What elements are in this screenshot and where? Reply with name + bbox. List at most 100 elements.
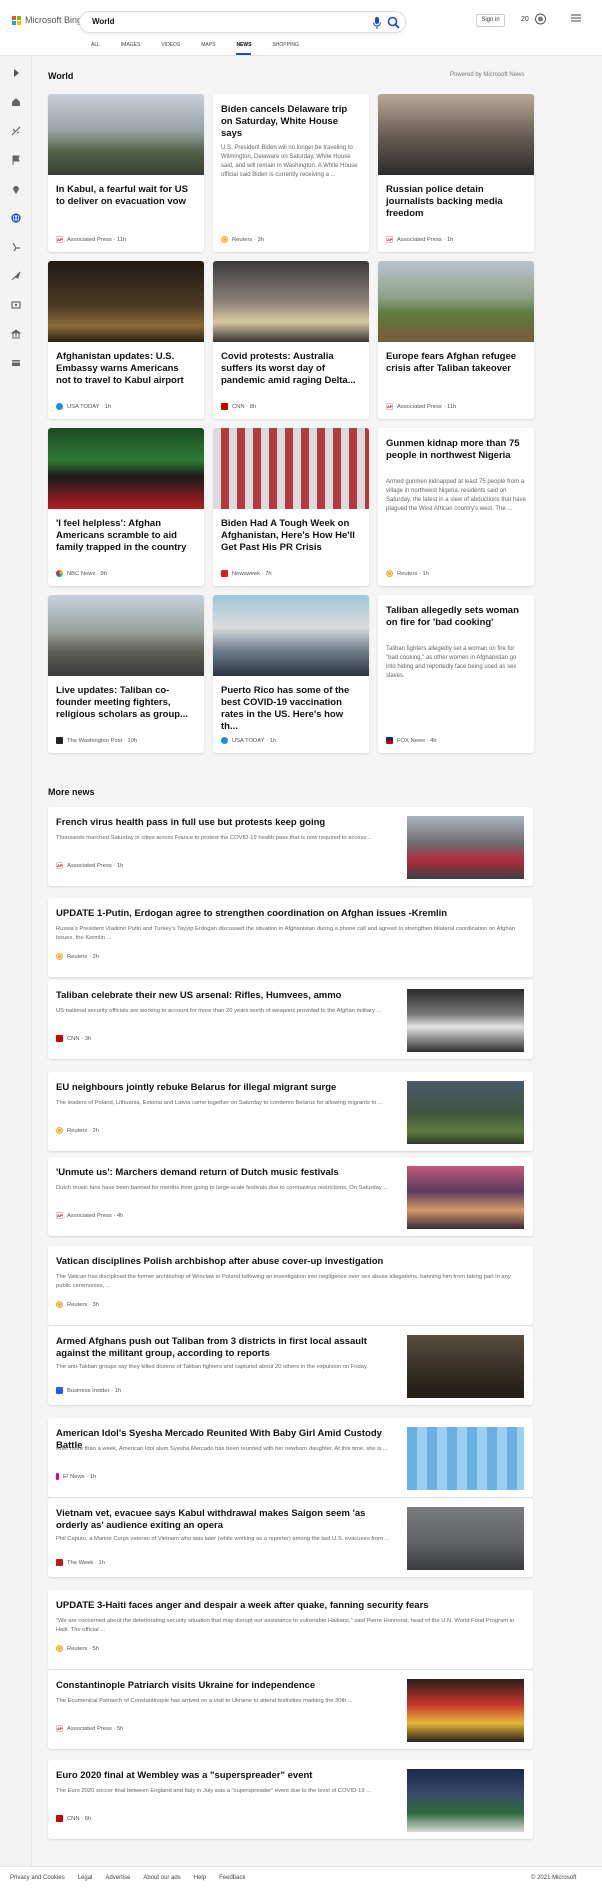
more-news-item[interactable]: 'Unmute us': Marchers demand return of D… [48, 1157, 533, 1236]
news-card-title[interactable]: 'I feel helpless': Afghan Americans scra… [56, 518, 196, 554]
more-news-title-link[interactable]: Armed Afghans push out Taliban from 3 di… [56, 1336, 396, 1360]
news-card-image[interactable] [48, 595, 204, 676]
tab-all[interactable]: ALL [91, 42, 100, 55]
news-card-image[interactable] [213, 595, 369, 676]
more-news-title-link[interactable]: EU neighbours jointly rebuke Belarus for… [56, 1082, 396, 1094]
news-card-image[interactable] [213, 428, 369, 509]
news-card-image[interactable] [213, 261, 369, 342]
more-news-item[interactable]: Euro 2020 final at Wembley was a "supers… [48, 1760, 533, 1839]
more-news-image[interactable] [407, 1507, 524, 1570]
more-news-title-link[interactable]: 'Unmute us': Marchers demand return of D… [56, 1167, 396, 1179]
news-card-image[interactable] [378, 94, 534, 175]
news-card[interactable]: Gunmen kidnap more than 75 people in nor… [378, 428, 534, 586]
more-news-item[interactable]: Taliban celebrate their new US arsenal: … [48, 980, 533, 1059]
more-news-image[interactable] [407, 1335, 524, 1398]
entertainment-icon[interactable] [11, 300, 21, 310]
news-card-title[interactable]: Puerto Rico has some of the best COVID-1… [221, 685, 361, 733]
news-card-title[interactable]: Afghanistan updates: U.S. Embassy warns … [56, 351, 196, 387]
search-icon[interactable] [387, 16, 400, 29]
more-news-image[interactable] [407, 1081, 524, 1144]
rewards-points[interactable]: 20 [521, 16, 529, 23]
tab-videos[interactable]: VIDEOS [161, 42, 180, 55]
tab-images[interactable]: IMAGES [121, 42, 140, 55]
more-news-item[interactable]: Vatican disciplines Polish archbishop af… [48, 1246, 533, 1325]
news-card-title[interactable]: Taliban allegedly sets woman on fire for… [386, 605, 526, 629]
more-news-title-link[interactable]: Euro 2020 final at Wembley was a "supers… [56, 1770, 396, 1782]
news-card-image[interactable] [48, 428, 204, 509]
more-news-item[interactable]: French virus health pass in full use but… [48, 807, 533, 886]
search-input[interactable]: World [92, 17, 115, 26]
footer-link-privacy[interactable]: Privacy and Cookies [10, 1875, 65, 1881]
news-card[interactable]: Europe fears Afghan refugee crisis after… [378, 261, 534, 419]
more-news-image[interactable] [407, 1166, 524, 1229]
footer-link-legal[interactable]: Legal [78, 1875, 93, 1881]
more-news-item[interactable]: Vietnam vet, evacuee says Kabul withdraw… [48, 1498, 533, 1577]
news-card[interactable]: Covid protests: Australia suffers its wo… [213, 261, 369, 419]
tab-maps[interactable]: MAPS [201, 42, 215, 55]
news-card-title[interactable]: Covid protests: Australia suffers its wo… [221, 351, 361, 387]
more-news-image[interactable] [407, 1427, 524, 1490]
news-card[interactable]: Puerto Rico has some of the best COVID-1… [213, 595, 369, 753]
news-card[interactable]: 'I feel helpless': Afghan Americans scra… [48, 428, 204, 586]
powered-by[interactable]: Powered by Microsoft News [450, 72, 524, 78]
news-card[interactable]: Afghanistan updates: U.S. Embassy warns … [48, 261, 204, 419]
science-icon[interactable] [11, 242, 21, 252]
more-news-title-link[interactable]: Vatican disciplines Polish archbishop af… [56, 1256, 524, 1268]
location-pin-icon[interactable] [11, 184, 21, 194]
tab-news[interactable]: NEWS [236, 42, 252, 55]
more-news-item[interactable]: Armed Afghans push out Taliban from 3 di… [48, 1326, 533, 1405]
expand-rail-icon[interactable] [11, 68, 21, 78]
more-news-image[interactable] [407, 1769, 524, 1832]
more-news-item[interactable]: American Idol's Syesha Mercado Reunited … [48, 1418, 533, 1497]
news-card-image[interactable] [48, 94, 204, 175]
more-news-image[interactable] [407, 1679, 524, 1742]
more-news-title-link[interactable]: French virus health pass in full use but… [56, 817, 396, 829]
news-card[interactable]: In Kabul, a fearful wait for US to deliv… [48, 94, 204, 252]
hamburger-menu-icon[interactable] [571, 14, 581, 22]
source-name: Reuters [67, 953, 88, 960]
more-news-title-link[interactable]: Taliban celebrate their new US arsenal: … [56, 990, 396, 1002]
footer-link-feedback[interactable]: Feedback [219, 1875, 245, 1881]
more-news-title-link[interactable]: UPDATE 3-Haiti faces anger and despair a… [56, 1600, 524, 1612]
news-card-title[interactable]: Russian police detain journalists backin… [386, 184, 526, 220]
search-box[interactable]: World [79, 11, 406, 33]
microphone-icon[interactable] [372, 17, 382, 29]
news-card[interactable]: Biden cancels Delaware trip on Saturday,… [213, 94, 369, 252]
news-card-title[interactable]: Europe fears Afghan refugee crisis after… [386, 351, 526, 375]
news-card[interactable]: Taliban allegedly sets woman on fire for… [378, 595, 534, 753]
rocket-icon[interactable] [11, 271, 21, 281]
tab-shopping[interactable]: SHOPPING [272, 42, 298, 55]
news-card-title[interactable]: Biden Had A Tough Week on Afghanistan, H… [221, 518, 361, 554]
more-news-image[interactable] [407, 989, 524, 1052]
news-card-image[interactable] [48, 261, 204, 342]
sign-in-button[interactable]: Sign in [476, 14, 505, 27]
sports-icon[interactable] [11, 126, 21, 136]
news-card-title[interactable]: Biden cancels Delaware trip on Saturday,… [221, 104, 361, 140]
news-card-title[interactable]: In Kabul, a fearful wait for US to deliv… [56, 184, 196, 208]
globe-icon[interactable] [11, 213, 21, 223]
money-icon[interactable] [11, 358, 21, 368]
more-news-title-link[interactable]: UPDATE 1-Putin, Erdogan agree to strengt… [56, 908, 524, 920]
news-card-image[interactable] [378, 261, 534, 342]
flag-icon[interactable] [11, 155, 21, 165]
bing-logo[interactable]: Microsoft Bing [12, 15, 82, 25]
politics-icon[interactable] [11, 329, 21, 339]
more-news-title-link[interactable]: Constantinople Patriarch visits Ukraine … [56, 1680, 396, 1692]
rewards-medal-icon[interactable] [534, 12, 547, 25]
more-news-item[interactable]: UPDATE 1-Putin, Erdogan agree to strengt… [48, 898, 533, 977]
footer-link-about-ads[interactable]: About our ads [143, 1875, 180, 1881]
more-news-item[interactable]: Constantinople Patriarch visits Ukraine … [48, 1670, 533, 1749]
news-card[interactable]: Biden Had A Tough Week on Afghanistan, H… [213, 428, 369, 586]
more-news-item[interactable]: EU neighbours jointly rebuke Belarus for… [48, 1072, 533, 1151]
footer-link-help[interactable]: Help [194, 1875, 206, 1881]
more-news-title-link[interactable]: Vietnam vet, evacuee says Kabul withdraw… [56, 1508, 396, 1532]
news-card-source: USA TODAY · 1h [56, 403, 111, 410]
footer-link-advertise[interactable]: Advertise [105, 1875, 130, 1881]
news-card-title[interactable]: Gunmen kidnap more than 75 people in nor… [386, 438, 526, 462]
news-card[interactable]: Live updates: Taliban co-founder meeting… [48, 595, 204, 753]
news-card-title[interactable]: Live updates: Taliban co-founder meeting… [56, 685, 196, 721]
news-card[interactable]: Russian police detain journalists backin… [378, 94, 534, 252]
home-icon[interactable] [11, 97, 21, 107]
more-news-item[interactable]: UPDATE 3-Haiti faces anger and despair a… [48, 1590, 533, 1669]
more-news-image[interactable] [407, 816, 524, 879]
